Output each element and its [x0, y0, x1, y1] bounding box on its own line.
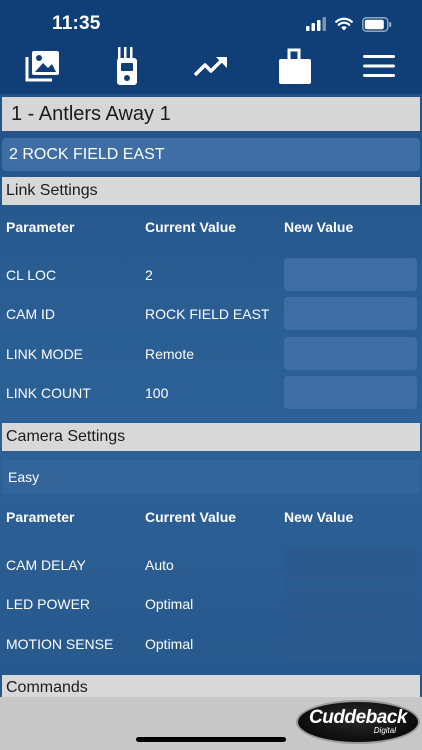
value-link-count: 100	[145, 385, 169, 401]
value-cl-loc: 2	[145, 267, 153, 283]
home-indicator	[136, 737, 286, 742]
param-cam-id: CAM ID	[6, 306, 55, 322]
photos-icon	[25, 51, 59, 82]
new-value-cl-loc-input[interactable]	[284, 258, 417, 291]
new-value-cam-id-input[interactable]	[284, 297, 417, 330]
param-motion-sense: MOTION SENSE	[6, 636, 114, 652]
status-time: 11:35	[52, 13, 101, 34]
commands-title: Commands	[6, 679, 88, 696]
link-settings-title: Link Settings	[6, 182, 98, 199]
hamburger-menu-icon	[363, 55, 395, 77]
toolbar	[0, 44, 422, 90]
column-parameter: Parameter	[6, 509, 75, 525]
value-cam-delay: Auto	[145, 557, 174, 573]
new-value-link-mode-input[interactable]	[284, 337, 417, 370]
column-parameter: Parameter	[6, 219, 75, 235]
link-settings-header[interactable]: Link Settings	[2, 177, 420, 205]
value-led-power: Optimal	[145, 596, 194, 612]
logo-sub-text: Digital	[373, 726, 396, 735]
photos-button[interactable]	[21, 44, 65, 88]
app-header: 11:35	[0, 0, 422, 94]
camera-settings-header[interactable]: Camera Settings	[2, 423, 420, 451]
settings-mode-selector[interactable]: Easy	[2, 460, 420, 494]
camera-unit-button[interactable]	[273, 44, 317, 88]
new-value-motion-sense-input[interactable]	[284, 627, 417, 660]
settings-mode-value: Easy	[8, 469, 40, 485]
status-icons	[306, 16, 392, 32]
value-link-mode: Remote	[145, 346, 195, 362]
site-selector[interactable]: 1 - Antlers Away 1	[2, 97, 420, 131]
site-name: 1 - Antlers Away 1	[11, 102, 171, 125]
commands-header[interactable]: Commands	[2, 675, 420, 697]
trend-chart-icon	[193, 57, 227, 77]
camera-name: 2 ROCK FIELD EAST	[9, 145, 165, 163]
param-link-count: LINK COUNT	[6, 385, 91, 401]
column-new-value: New Value	[284, 219, 354, 235]
column-new-value: New Value	[284, 509, 354, 525]
link-device-button[interactable]	[105, 44, 149, 88]
value-motion-sense: Optimal	[145, 636, 194, 652]
camera-unit-icon	[279, 48, 311, 84]
new-value-led-power-input[interactable]	[284, 587, 417, 620]
param-cam-delay: CAM DELAY	[6, 557, 86, 573]
wifi-icon	[335, 17, 353, 31]
cuddeback-logo: Cuddeback Digital	[296, 700, 420, 744]
trend-button[interactable]	[189, 44, 233, 88]
param-link-mode: LINK MODE	[6, 346, 84, 362]
column-current-value: Current Value	[145, 509, 237, 525]
status-bar: 11:35	[0, 0, 422, 46]
column-current-value: Current Value	[145, 219, 237, 235]
camera-selector[interactable]: 2 ROCK FIELD EAST	[2, 138, 420, 171]
battery-icon	[362, 16, 392, 32]
camera-settings-title: Camera Settings	[6, 428, 126, 445]
new-value-link-count-input[interactable]	[284, 376, 417, 409]
value-cam-id: ROCK FIELD EAST	[145, 306, 270, 322]
param-led-power: LED POWER	[6, 596, 91, 612]
signal-icon	[306, 17, 326, 31]
logo-main-text: Cuddeback	[309, 707, 407, 728]
new-value-cam-delay-input[interactable]	[284, 548, 417, 581]
link-device-icon	[117, 47, 137, 85]
param-cl-loc: CL LOC	[6, 267, 57, 283]
menu-button[interactable]	[357, 44, 401, 88]
